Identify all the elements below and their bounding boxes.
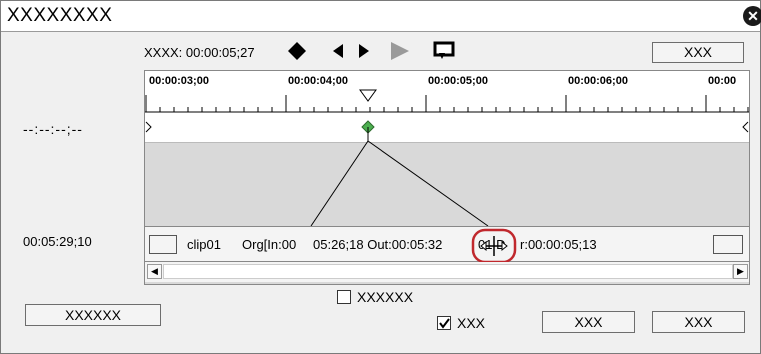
option-checkbox-1[interactable] xyxy=(337,290,351,304)
window-title: XXXXXXXX xyxy=(7,5,113,26)
scroll-left-icon[interactable]: ◀ xyxy=(147,264,162,279)
loop-playback-icon[interactable] xyxy=(433,41,455,61)
resize-horizontal-cursor-icon[interactable] xyxy=(471,228,517,264)
current-time-label: XXXX: 00:00:05;27 xyxy=(144,45,255,60)
clip-name: clip01 xyxy=(187,237,221,252)
transport-right-button[interactable]: XXX xyxy=(652,42,744,63)
play-icon[interactable] xyxy=(389,41,411,61)
next-keyframe-icon[interactable] xyxy=(357,43,371,59)
scrollbar-track[interactable] xyxy=(163,264,733,279)
left-action-button[interactable]: XXXXXX xyxy=(25,304,161,326)
timecode-top-label: --:--:--;-- xyxy=(23,121,83,137)
clip-row[interactable]: clip01 Org[In:00 05:26;18 Out:00:05:32 0… xyxy=(145,226,749,262)
clip-thumbnail-right xyxy=(713,235,743,254)
prev-keyframe-icon[interactable] xyxy=(331,43,345,59)
checkmark-icon xyxy=(439,318,450,329)
horizontal-scrollbar[interactable]: ◀ ▶ xyxy=(145,262,749,282)
title-bar: XXXXXXXX xyxy=(1,1,760,32)
clip-thumbnail-left xyxy=(149,235,177,254)
keyframe-diamond-icon[interactable] xyxy=(287,41,307,61)
clip-info-out: 05:26;18 Out:00:05:32 xyxy=(313,237,443,252)
cancel-button[interactable]: XXX xyxy=(652,311,745,333)
close-icon[interactable]: ✕ xyxy=(743,6,761,26)
clip-info-in: Org[In:00 xyxy=(242,237,297,252)
option-checkbox-2[interactable] xyxy=(437,316,451,330)
timecode-bottom-label: 00:05:29;10 xyxy=(23,234,92,249)
scroll-right-icon[interactable]: ▶ xyxy=(733,264,748,279)
ok-button[interactable]: XXX xyxy=(542,311,635,333)
clip-info-duration: r:00:00:05;13 xyxy=(520,237,597,252)
keyframe-timeline-panel[interactable]: 00:00:03;00 00:00:04;00 00:00:05;00 00:0… xyxy=(144,70,750,285)
option-checkbox-2-label: XXX xyxy=(457,315,486,331)
dialog-window: XXXXXXXX ✕ XXXX: 00:00:05;27 XXX --:--:-… xyxy=(0,0,761,354)
option-checkbox-1-label: XXXXXX xyxy=(357,289,414,305)
